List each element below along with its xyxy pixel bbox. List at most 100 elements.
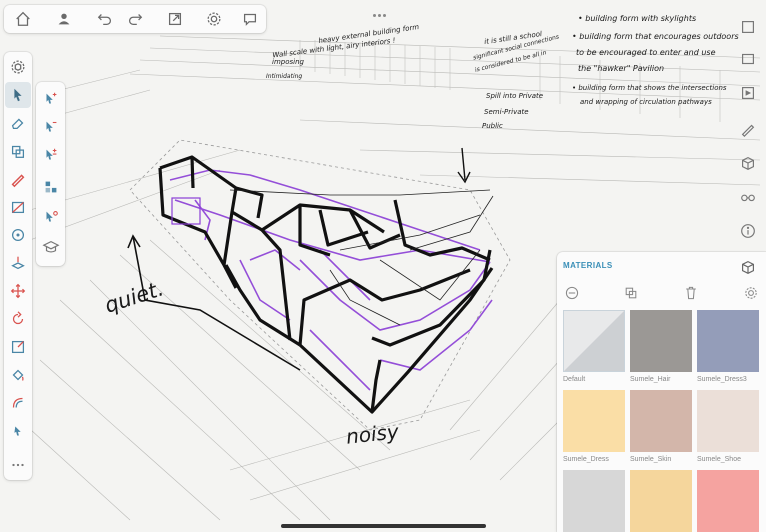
circle-tool[interactable] [5, 222, 31, 248]
material-swatch[interactable] [563, 470, 625, 532]
paint-tool[interactable] [5, 362, 31, 388]
swatch-label: Sumele_Dress3 [697, 376, 747, 383]
select-toggle-tool[interactable] [38, 142, 64, 168]
select-add-tool[interactable] [38, 86, 64, 112]
material-swatch[interactable] [563, 390, 625, 452]
ar-viewer-button[interactable] [735, 184, 761, 210]
scale-icon [11, 340, 25, 354]
follow-me-icon [12, 397, 23, 408]
annotation-line: and wrapping of circulation pathways [580, 98, 712, 106]
swatch-label: Sumele_Shoe [697, 456, 741, 463]
annotation-line: Intimidating [266, 73, 303, 80]
tape-tool[interactable] [5, 138, 31, 164]
eraser-icon [11, 118, 24, 130]
settings-button[interactable] [201, 6, 227, 32]
home-icon [16, 11, 30, 26]
swatch-label: Sumele_Dress [563, 456, 609, 463]
grid-select-icon [45, 181, 57, 193]
chat-icon [243, 13, 257, 26]
material-swatch[interactable] [630, 470, 692, 532]
eraser-tool[interactable] [5, 110, 31, 136]
annotation-line: • building form that encourages outdoors [572, 32, 739, 41]
top-toolbar [4, 5, 266, 33]
annotation-line: Public [482, 122, 503, 130]
markup-button[interactable] [735, 116, 761, 142]
annotation-line: imposing [272, 58, 304, 66]
annotation-line: to be encouraged to enter and use [576, 48, 716, 57]
push-pull-tool[interactable] [5, 250, 31, 276]
rectangle-tool[interactable] [5, 194, 31, 220]
move-tool[interactable] [5, 278, 31, 304]
pencil-icon [11, 174, 25, 188]
orbit-tool[interactable] [5, 418, 31, 444]
material-swatch[interactable] [697, 310, 759, 372]
display-button[interactable] [735, 80, 761, 106]
pencil-tool[interactable] [5, 166, 31, 192]
annotation-line: Semi-Private [484, 108, 529, 116]
annotation-line: • building form that shows the intersect… [572, 84, 727, 92]
account-button[interactable] [51, 6, 77, 32]
components-icon [742, 156, 754, 170]
multitasking-dots[interactable] [373, 4, 391, 17]
select-grid-tool[interactable] [38, 174, 64, 200]
rectangle-icon [11, 201, 25, 214]
default-material-preview [564, 311, 624, 371]
components-button[interactable] [735, 150, 761, 176]
export-button[interactable] [162, 6, 188, 32]
material-settings-button[interactable] [743, 285, 759, 301]
scale-tool[interactable] [5, 334, 31, 360]
materials-panel: MATERIALS Default Sumele_Hair Sumele_Dre… [557, 252, 766, 532]
redo-button[interactable] [122, 6, 148, 32]
cursor-toggle-icon [46, 148, 57, 160]
follow-me-tool[interactable] [5, 390, 31, 416]
materials-cube-button[interactable] [735, 254, 761, 280]
more-tools-button[interactable] [5, 452, 31, 478]
education-tool[interactable] [38, 234, 64, 260]
material-swatch[interactable] [630, 390, 692, 452]
material-swatch-default[interactable] [563, 310, 625, 372]
window-icon [742, 21, 754, 33]
home-button[interactable] [10, 6, 36, 32]
push-pull-icon [11, 256, 25, 270]
trash-icon [686, 286, 696, 300]
cursor-icon [14, 88, 22, 102]
cube-settings-icon [11, 60, 25, 74]
select-tool[interactable] [5, 82, 31, 108]
info-icon [741, 224, 755, 238]
select-connected-tool[interactable] [38, 204, 64, 230]
export-icon [168, 12, 182, 26]
home-indicator[interactable] [281, 524, 486, 528]
swatch-label: Default [563, 376, 586, 383]
rotate-tool[interactable] [5, 306, 31, 332]
material-swatch[interactable] [630, 310, 692, 372]
circle-icon [11, 228, 25, 242]
view-options-button[interactable] [735, 14, 761, 40]
add-material-button[interactable] [564, 285, 580, 301]
view-tool[interactable] [5, 54, 31, 80]
feedback-button[interactable] [237, 6, 263, 32]
pencil-icon [741, 124, 755, 138]
swatch-label: Sumele_Skin [630, 456, 672, 463]
annotation-line: • building form with skylights [578, 14, 697, 23]
undo-button[interactable] [92, 6, 118, 32]
selection-sub-toolbar [36, 82, 65, 266]
materials-title: MATERIALS [563, 261, 613, 270]
cursor-plus-icon [46, 92, 57, 104]
annotation-line: the "hawker" Pavilion [578, 64, 665, 73]
annotation-line: Spill into Private [486, 92, 544, 100]
scenes-button[interactable] [735, 46, 761, 72]
glasses-icon [741, 194, 755, 202]
undo-icon [97, 14, 112, 26]
swatch-label: Sumele_Hair [630, 376, 671, 383]
material-swatch[interactable] [697, 390, 759, 452]
entity-info-button[interactable] [735, 218, 761, 244]
left-toolbar [4, 52, 32, 480]
display-icon [742, 87, 754, 99]
cursor-link-icon [46, 211, 58, 222]
redo-icon [128, 14, 143, 26]
material-swatch[interactable] [697, 470, 759, 532]
paint-bucket-icon [12, 369, 24, 381]
select-subtract-tool[interactable] [38, 114, 64, 140]
duplicate-material-button[interactable] [623, 285, 639, 301]
delete-material-button[interactable] [683, 285, 699, 301]
